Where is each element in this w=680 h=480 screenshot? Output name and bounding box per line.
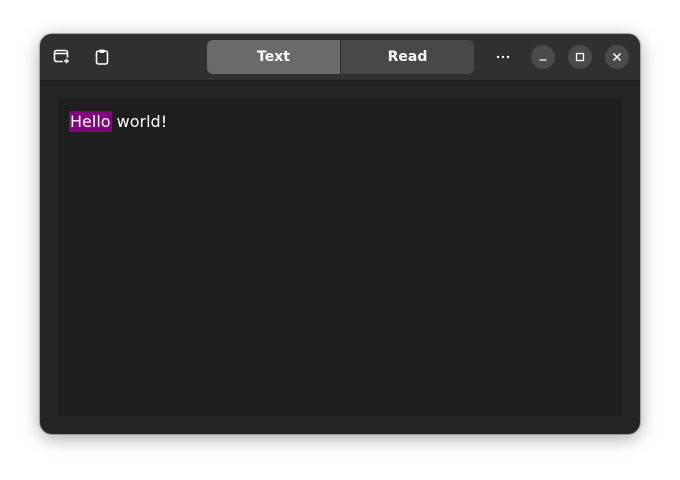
- app-window: Text Read Hello world!: [40, 34, 640, 434]
- tab-read[interactable]: Read: [341, 40, 474, 74]
- clipboard-button[interactable]: [88, 43, 116, 71]
- text-editor[interactable]: Hello world!: [58, 98, 622, 416]
- view-switcher: Text Read: [207, 40, 474, 74]
- more-menu-button[interactable]: [489, 43, 517, 71]
- editor-line[interactable]: Hello world!: [69, 110, 167, 134]
- more-menu-icon: [496, 55, 510, 59]
- close-button[interactable]: [605, 45, 629, 69]
- editor-text[interactable]: world!: [112, 112, 167, 131]
- highlighted-word[interactable]: Hello: [69, 111, 112, 132]
- minimize-button[interactable]: [531, 45, 555, 69]
- maximize-button[interactable]: [568, 45, 592, 69]
- clipboard-icon: [95, 49, 109, 65]
- tab-text[interactable]: Text: [207, 40, 340, 74]
- new-window-button[interactable]: [48, 43, 76, 71]
- new-window-icon: [53, 49, 71, 65]
- minimize-icon: [539, 59, 547, 61]
- maximize-icon: [575, 52, 585, 62]
- header-bar: Text Read: [40, 34, 640, 81]
- close-icon: [612, 52, 622, 62]
